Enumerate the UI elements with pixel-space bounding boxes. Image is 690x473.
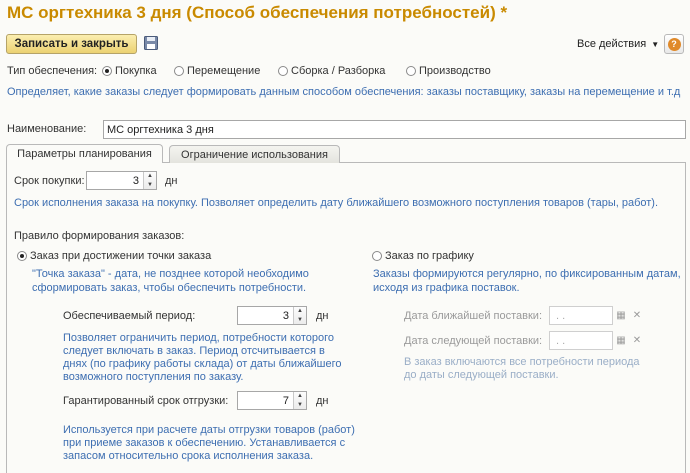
- tab-label: Ограничение использования: [181, 148, 328, 161]
- guaranteed-shipment-input[interactable]: 7 ▲ ▼: [237, 391, 307, 410]
- all-actions-label: Все действия: [577, 38, 647, 50]
- date-value: . .: [556, 309, 566, 322]
- radio-label: Покупка: [115, 65, 157, 77]
- spin-buttons[interactable]: ▲ ▼: [143, 172, 156, 189]
- tab-planning-params[interactable]: Параметры планирования: [6, 144, 163, 163]
- clear-icon[interactable]: ✕: [630, 332, 644, 349]
- chevron-down-icon: ▼: [651, 40, 660, 49]
- radio-transfer[interactable]: Перемещение: [174, 65, 260, 77]
- reorder-hint-line2: сформировать заказ, чтобы обеспечить пот…: [32, 282, 307, 294]
- schedule-dates-hint-1: В заказ включаются все потребности перио…: [404, 356, 640, 368]
- purchase-term-value: 3: [132, 174, 139, 187]
- schedule-hint-line1: Заказы формируются регулярно, по фиксиро…: [373, 268, 681, 280]
- tab-usage-limits[interactable]: Ограничение использования: [169, 145, 340, 163]
- order-rule-label: Правило формирования заказов:: [14, 230, 185, 242]
- radio-assembly[interactable]: Сборка / Разборка: [278, 65, 385, 77]
- radio-label: Заказ по графику: [385, 250, 474, 262]
- guaranteed-shipment-value: 7: [282, 394, 289, 407]
- provided-period-hint-3: днях (по графику работы склада) от даты …: [63, 358, 342, 370]
- provided-period-hint-4: возможного поступления по заказу.: [63, 371, 244, 383]
- guaranteed-shipment-unit: дн: [316, 395, 329, 407]
- all-actions-menu[interactable]: Все действия ▼: [577, 38, 659, 50]
- name-label: Наименование:: [7, 123, 87, 135]
- provided-period-hint-2: следует включать в заказ. Период отсчиты…: [63, 345, 325, 357]
- date-value: . .: [556, 334, 566, 347]
- radio-label: Перемещение: [187, 65, 261, 77]
- radio-button[interactable]: [406, 66, 416, 76]
- radio-button[interactable]: [372, 251, 382, 261]
- name-value: МС оргтехника 3 дня: [107, 123, 214, 136]
- reorder-hint-line1: "Точка заказа" - дата, не позднее которо…: [32, 268, 309, 280]
- radio-schedule[interactable]: Заказ по графику: [372, 250, 474, 262]
- provided-period-hint-1: Позволяет ограничить период, потребности…: [63, 332, 334, 344]
- save-and-close-button[interactable]: Записать и закрыть: [6, 34, 137, 54]
- following-delivery-date-label: Дата следующей поставки:: [404, 335, 543, 347]
- guaranteed-shipment-hint-3: запасом относительно срока исполнения за…: [63, 450, 314, 462]
- guaranteed-shipment-hint-1: Используется при расчете даты отгрузки т…: [63, 424, 355, 436]
- guaranteed-shipment-label: Гарантированный срок отгрузки:: [63, 395, 229, 407]
- name-input[interactable]: МС оргтехника 3 дня: [103, 120, 686, 139]
- calendar-icon[interactable]: ▦: [614, 332, 628, 349]
- supply-type-hint: Определяет, какие заказы следует формиро…: [7, 86, 681, 98]
- spin-buttons[interactable]: ▲ ▼: [293, 392, 306, 409]
- provided-period-label: Обеспечиваемый период:: [63, 310, 196, 322]
- provided-period-unit: дн: [316, 310, 329, 322]
- radio-production[interactable]: Производство: [406, 65, 491, 77]
- radio-button[interactable]: [174, 66, 184, 76]
- next-delivery-date-input[interactable]: . .: [549, 306, 613, 325]
- purchase-term-input[interactable]: 3 ▲ ▼: [86, 171, 157, 190]
- next-delivery-date-label: Дата ближайшей поставки:: [404, 310, 543, 322]
- provided-period-value: 3: [282, 309, 289, 322]
- window-title: МС оргтехника 3 дня (Способ обеспечения …: [7, 3, 508, 22]
- calendar-icon[interactable]: ▦: [614, 307, 628, 324]
- radio-label: Производство: [419, 65, 491, 77]
- radio-button[interactable]: [17, 251, 27, 261]
- purchase-term-label: Срок покупки:: [14, 175, 85, 187]
- radio-label: Сборка / Разборка: [291, 65, 386, 77]
- schedule-hint-line2: исходя из графика поставок.: [373, 282, 520, 294]
- spin-buttons[interactable]: ▲ ▼: [293, 307, 306, 324]
- radio-purchase[interactable]: Покупка: [102, 65, 157, 77]
- provided-period-input[interactable]: 3 ▲ ▼: [237, 306, 307, 325]
- radio-label: Заказ при достижении точки заказа: [30, 250, 212, 262]
- tab-label: Параметры планирования: [17, 148, 152, 160]
- supply-type-label: Тип обеспечения:: [7, 65, 98, 77]
- radio-button[interactable]: [102, 66, 112, 76]
- help-icon: ?: [667, 37, 681, 51]
- purchase-term-unit: дн: [165, 175, 178, 187]
- floppy-disk-icon[interactable]: [144, 36, 158, 50]
- purchase-term-hint: Срок исполнения заказа на покупку. Позво…: [14, 197, 659, 209]
- radio-reorder-point[interactable]: Заказ при достижении точки заказа: [17, 250, 211, 262]
- clear-icon[interactable]: ✕: [630, 307, 644, 324]
- help-button[interactable]: ?: [664, 34, 684, 54]
- radio-button[interactable]: [278, 66, 288, 76]
- following-delivery-date-input[interactable]: . .: [549, 331, 613, 350]
- guaranteed-shipment-hint-2: при приеме заказов к обеспечению. Устана…: [63, 437, 346, 449]
- schedule-dates-hint-2: до даты следующей поставки.: [404, 369, 559, 381]
